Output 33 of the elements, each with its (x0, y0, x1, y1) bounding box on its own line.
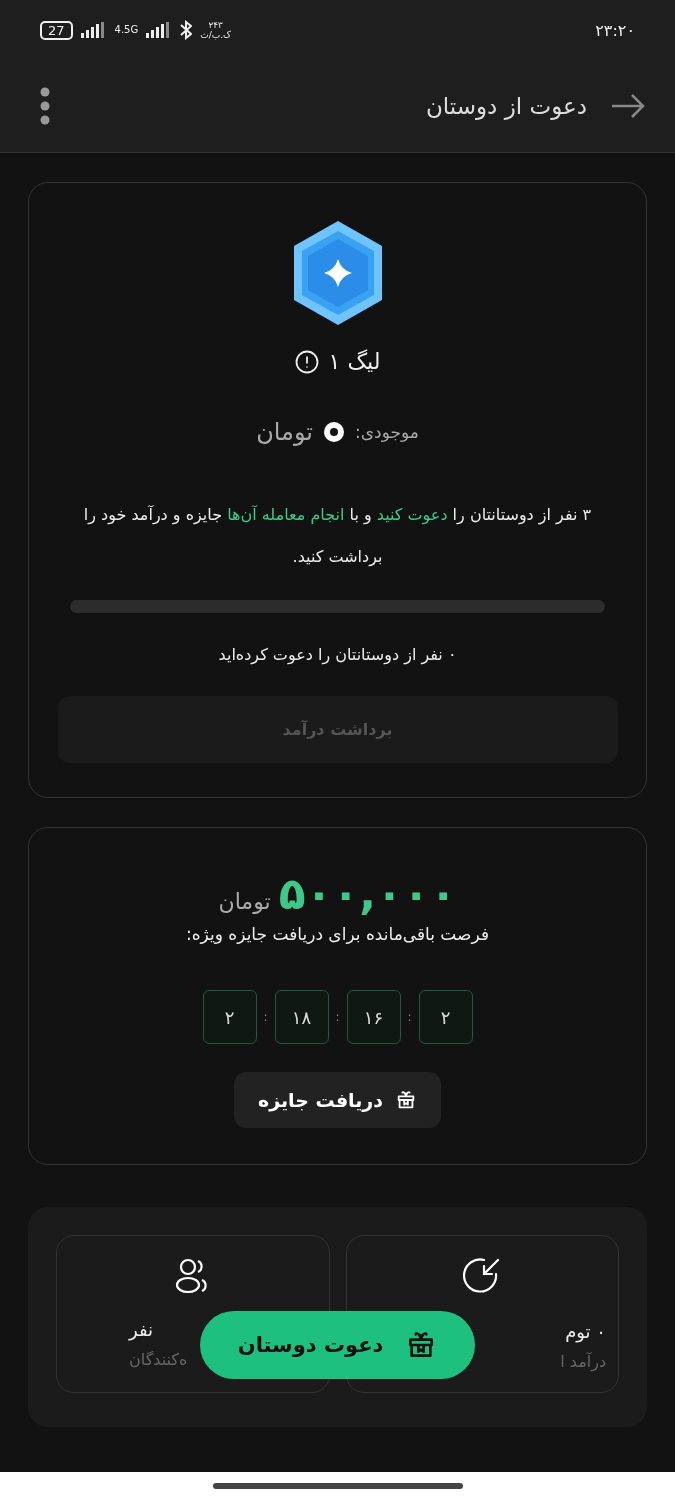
signal-icon (80, 22, 107, 38)
coin-icon (323, 421, 346, 443)
stat-value: ۰ توم (565, 1320, 606, 1345)
currency-unit: تومان (256, 418, 314, 446)
bluetooth-icon (180, 20, 193, 40)
reward-amount: ۵۰۰,۰۰۰ (278, 868, 457, 920)
time-separator: : (262, 1010, 269, 1024)
more-menu-icon[interactable] (40, 87, 50, 125)
battery-indicator: 27 (40, 20, 73, 40)
stat-label: ه‌کنندگان (129, 1350, 188, 1369)
time-separator: : (406, 1010, 413, 1024)
countdown-caption: فرصت باقی‌مانده برای دریافت جایزه ویژه: (186, 924, 489, 944)
back-arrow-icon[interactable] (611, 94, 645, 118)
stat-value: نفر (129, 1318, 154, 1343)
invite-friends-button[interactable]: دعوت دوستان (200, 1311, 475, 1379)
currency-unit: تومان (218, 889, 271, 914)
speed-unit: ک.ب/ث (200, 30, 232, 40)
page-title: دعوت از دوستان (425, 93, 587, 119)
invite-instructions: ۳ نفر از دوستانتان را دعوت کنید و با انجام معامله آن‌ها جایزه و درآمد خود را برداشت کنید. (82, 504, 593, 569)
clock-time: ۲۳:۲۰ (595, 20, 635, 40)
time-separator: : (334, 1010, 341, 1024)
invited-count-text: ۰ نفر از دوستانتان را دعوت کرده‌اید (218, 645, 457, 664)
league-title: لیگ ۱ (328, 349, 381, 374)
network-type: 4.5G (114, 25, 139, 35)
claim-reward-button[interactable]: دریافت جایزه (233, 1072, 442, 1128)
data-speed: ۲۴۳ (208, 20, 223, 30)
countdown-digit: ۲ (202, 990, 257, 1044)
countdown-digit: ۲ (418, 990, 473, 1044)
info-icon[interactable] (294, 349, 319, 374)
countdown-digit: ۱۸ (274, 990, 329, 1044)
balance-label: موجودی: (355, 422, 419, 442)
countdown-digit: ۱۶ (346, 990, 401, 1044)
stat-label: درآمد ا (560, 1352, 606, 1371)
